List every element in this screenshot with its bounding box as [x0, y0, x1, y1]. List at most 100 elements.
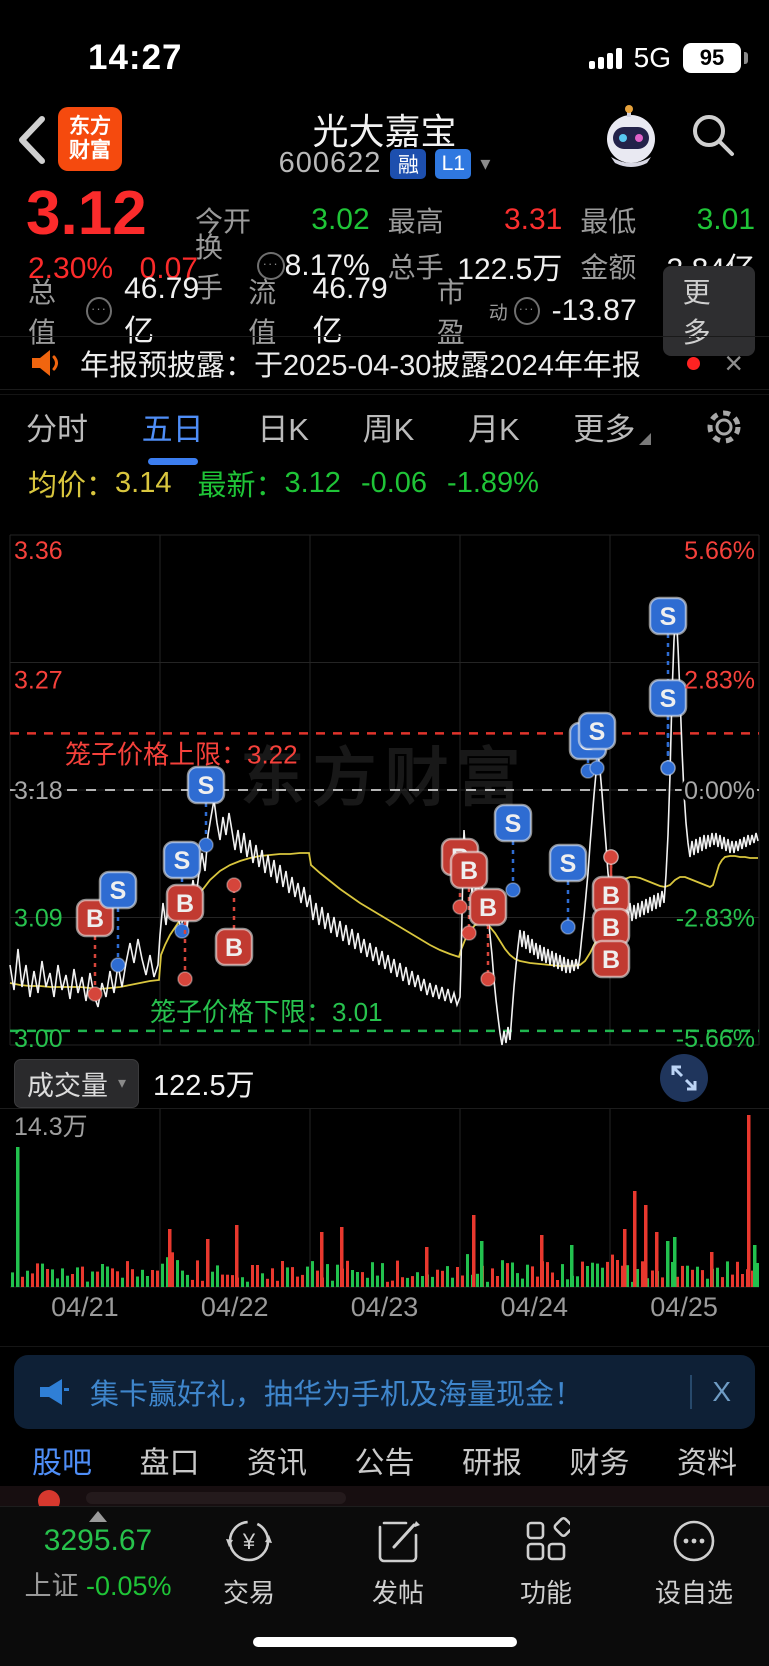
- speaker-icon: [32, 350, 58, 376]
- svg-text:3.18: 3.18: [14, 777, 63, 805]
- date-label: 04/24: [500, 1292, 569, 1322]
- network-type: 5G: [633, 42, 671, 73]
- svg-text:S: S: [110, 877, 127, 905]
- compose-icon: [378, 1521, 420, 1563]
- home-indicator[interactable]: [252, 1637, 517, 1647]
- index-value: 3295.67: [43, 1524, 153, 1557]
- svg-text:3.36: 3.36: [14, 537, 63, 565]
- svg-text:B: B: [602, 882, 620, 910]
- tab-monthly-k[interactable]: 月K: [466, 398, 522, 455]
- tab-announcements[interactable]: 公告: [355, 1438, 415, 1482]
- tab-minute[interactable]: 分时: [24, 398, 90, 455]
- tab-more[interactable]: 更多: [571, 398, 653, 455]
- svg-text:S: S: [174, 847, 191, 875]
- date-label: 04/25: [650, 1292, 718, 1322]
- battery-icon: 95: [683, 43, 748, 73]
- unread-dot: [687, 356, 701, 370]
- tab-pankou[interactable]: 盘口: [140, 1438, 200, 1482]
- header: 东方 财富 光大嘉宝 600622 融 L1 ▾: [0, 95, 769, 185]
- period-tab-bar: 分时 五日 日K 周K 月K 更多: [0, 394, 769, 458]
- date-axis: 04/21 04/22 04/23 04/24 04/25: [10, 1292, 759, 1328]
- content-tab-bar: 股吧 盘口 资讯 公告 研报 财务 资料: [0, 1436, 769, 1484]
- stat-value: 3.01: [696, 203, 756, 236]
- tab-guba[interactable]: 股吧: [32, 1438, 92, 1482]
- trade-button[interactable]: ¥ 交易: [194, 1517, 304, 1610]
- tab-news[interactable]: 资讯: [247, 1438, 307, 1482]
- info-icon[interactable]: ···: [513, 297, 540, 325]
- post-avatar: [38, 1490, 60, 1506]
- chart-legend: 均价： 3.14 最新： 3.12 -0.06 -1.89%: [28, 462, 759, 504]
- tab-weekly-k[interactable]: 周K: [361, 398, 417, 455]
- signal-icon: [588, 47, 622, 69]
- svg-text:S: S: [589, 718, 606, 746]
- indicator-selector[interactable]: 成交量 ▾: [14, 1058, 140, 1108]
- yuan-glyph: ¥: [242, 1529, 256, 1554]
- date-label: 04/22: [200, 1292, 269, 1322]
- svg-text:3.09: 3.09: [14, 905, 63, 933]
- svg-text:2.83%: 2.83%: [684, 667, 755, 695]
- promo-banner-area: 集卡赢好礼，抽华为手机及海量现金！ X: [0, 1346, 769, 1433]
- tab-research[interactable]: 研报: [462, 1438, 522, 1482]
- fullscreen-expand-button[interactable]: [660, 1054, 708, 1102]
- promo-banner[interactable]: 集卡赢好礼，抽华为手机及海量现金！ X: [14, 1355, 755, 1429]
- search-icon[interactable]: [689, 111, 737, 159]
- add-watchlist-button[interactable]: 设自选: [639, 1517, 749, 1610]
- volume-header: 成交量 ▾ 122.5万: [0, 1058, 769, 1108]
- info-icon[interactable]: ···: [85, 297, 113, 325]
- svg-text:S: S: [660, 685, 677, 713]
- post-button[interactable]: 发帖: [343, 1517, 453, 1610]
- svg-text:14.3万: 14.3万: [14, 1113, 88, 1141]
- svg-text:S: S: [198, 772, 215, 800]
- svg-text:B: B: [225, 934, 243, 962]
- close-icon[interactable]: X: [712, 1376, 731, 1408]
- tab-financials[interactable]: 财务: [570, 1438, 630, 1482]
- expand-arrows-icon: [671, 1065, 697, 1091]
- index-quote[interactable]: 3295.67 上证 -0.05%: [14, 1511, 182, 1603]
- indicator-name: 成交量: [27, 1070, 108, 1101]
- svg-text:S: S: [560, 850, 577, 878]
- quote-stats-row3: 总值 ··· 46.79亿 流值 46.79亿 市盈动 ··· -13.87 更多: [28, 266, 755, 356]
- svg-text:B: B: [460, 857, 478, 885]
- functions-button[interactable]: 功能: [491, 1517, 601, 1610]
- date-label: 04/21: [51, 1292, 119, 1322]
- date-label: 04/23: [350, 1292, 419, 1322]
- latest-percent: -1.89%: [447, 466, 539, 499]
- svg-text:0.00%: 0.00%: [684, 777, 755, 805]
- close-icon[interactable]: ×: [724, 347, 743, 379]
- stock-code: 600622: [278, 147, 382, 179]
- stat-value: -13.87: [551, 294, 637, 327]
- avg-value: 3.14: [115, 466, 172, 499]
- news-ticker[interactable]: 年报预披露：于2025-04-30披露2024年年报 ×: [0, 336, 769, 390]
- five-day-price-chart[interactable]: 东方财富笼子价格上限：3.22笼子价格下限：3.01BSSBSBBBBSSSSB…: [0, 505, 769, 1055]
- post-text-cutoff: [86, 1492, 346, 1504]
- level-badge: L1: [435, 148, 472, 179]
- feed-peek-row: [0, 1486, 769, 1506]
- margin-badge: 融: [390, 148, 427, 179]
- chevron-down-icon[interactable]: ▾: [480, 151, 490, 176]
- news-text: 年报预披露：于2025-04-30披露2024年年报: [80, 350, 641, 382]
- latest-value: 3.12: [284, 466, 341, 499]
- trade-yuan-icon: ¥: [226, 1520, 272, 1562]
- clock: 14:27: [88, 38, 183, 77]
- index-expand-arrow[interactable]: [89, 1511, 107, 1522]
- assistant-robot-icon[interactable]: [601, 105, 661, 167]
- chevron-down-icon: ▾: [118, 1075, 127, 1092]
- tab-profile[interactable]: 资料: [677, 1438, 737, 1482]
- stat-value: 3.02: [311, 203, 370, 236]
- volume-chart[interactable]: 14.3万: [0, 1108, 769, 1293]
- promo-text: 集卡赢好礼，抽华为手机及海量现金！: [90, 1379, 584, 1411]
- watchlist-dots-icon: [673, 1520, 715, 1562]
- svg-text:5.66%: 5.66%: [684, 537, 755, 565]
- svg-text:笼子价格下限：3.01: 笼子价格下限：3.01: [150, 997, 383, 1027]
- last-price: 3.12: [26, 179, 147, 248]
- svg-text:B: B: [176, 890, 194, 918]
- tab-daily-k[interactable]: 日K: [255, 398, 311, 455]
- svg-text:-5.66%: -5.66%: [676, 1025, 755, 1053]
- tab-five-day[interactable]: 五日: [140, 398, 206, 455]
- svg-text:3.00: 3.00: [14, 1025, 63, 1053]
- divider: [690, 1375, 693, 1409]
- latest-change: -0.06: [360, 466, 428, 499]
- svg-text:S: S: [660, 603, 677, 631]
- megaphone-icon: [40, 1379, 69, 1405]
- gear-icon[interactable]: [703, 406, 745, 448]
